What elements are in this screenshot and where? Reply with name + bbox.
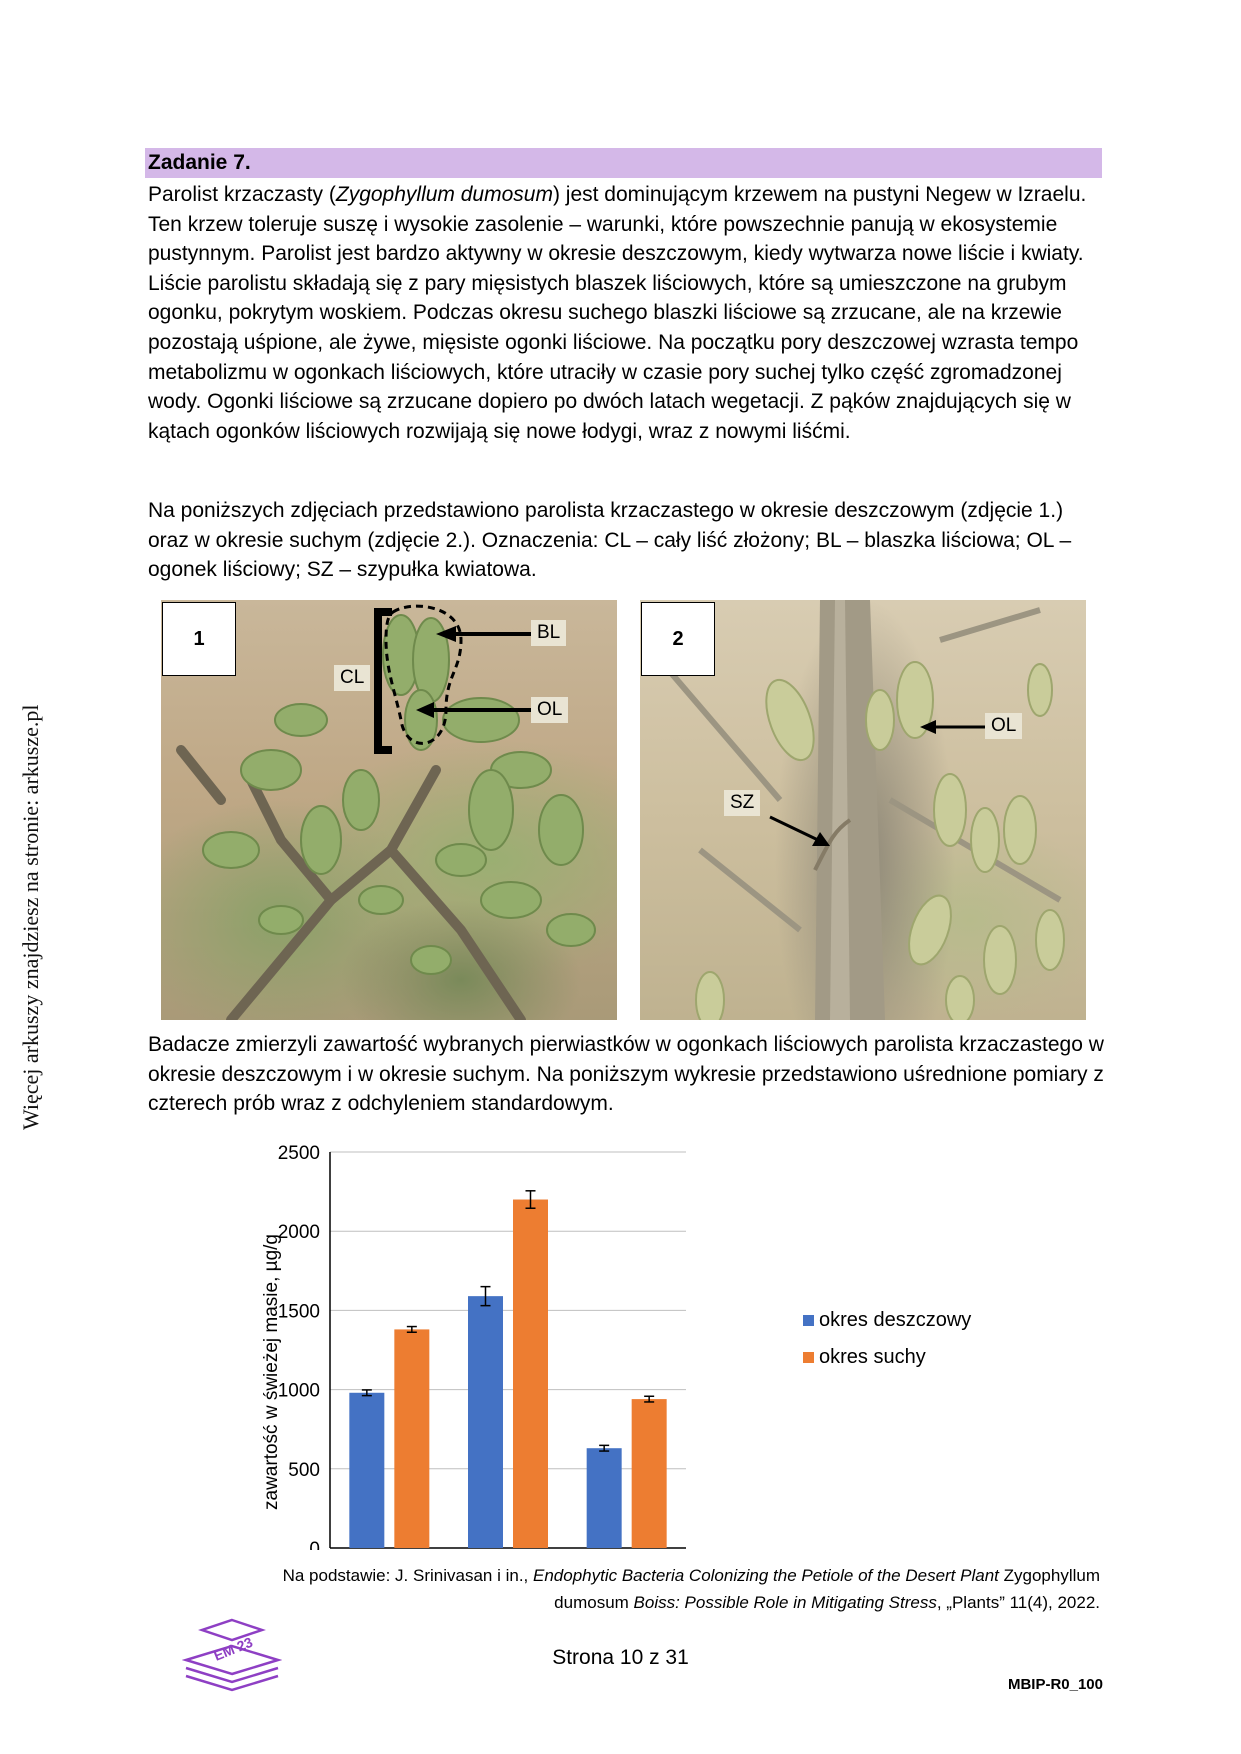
bar-chart: 05001000150020002500 wapńsódsiarka okres… xyxy=(240,1140,1100,1585)
citation-title-1: Endophytic Bacteria Colonizing the Petio… xyxy=(533,1566,999,1585)
chart-description: Badacze zmierzyli zawartość wybranych pi… xyxy=(148,1033,1104,1116)
photos-description: Na poniższych zdjęciach przedstawiono pa… xyxy=(148,499,1072,582)
citation-species-1: Zygophyllum xyxy=(998,1566,1100,1585)
y-tick-label: 2000 xyxy=(278,1222,320,1243)
legend-swatch xyxy=(803,1352,814,1363)
citation-suffix: , „Plants” 11(4), 2022. xyxy=(936,1593,1100,1612)
bar xyxy=(631,1399,667,1548)
bar xyxy=(586,1448,622,1548)
document-code: MBIP-R0_100 xyxy=(1007,1676,1103,1693)
y-tick-label: 0 xyxy=(309,1539,320,1550)
bar xyxy=(349,1392,385,1548)
intro-rest: ) jest dominującym krzewem na pustyni Ne… xyxy=(148,183,1087,443)
citation: Na podstawie: J. Srinivasan i in., Endop… xyxy=(190,1562,1100,1616)
photo-1-number: 1 xyxy=(162,602,236,676)
legend-label: okres deszczowy xyxy=(819,1309,971,1331)
citation-title-2: Boiss: Possible Role in Mitigating Stres… xyxy=(628,1593,937,1612)
bar xyxy=(468,1296,503,1548)
y-tick-label: 500 xyxy=(288,1460,320,1481)
bar xyxy=(394,1329,430,1548)
y-tick-label: 1500 xyxy=(278,1301,320,1322)
side-note: Więcej arkuszy znajdziesz na stronie: ar… xyxy=(18,704,43,1130)
label-ol-2: OL xyxy=(985,713,1023,739)
y-tick-label: 1000 xyxy=(278,1381,320,1402)
intro-paragraph: Parolist krzaczasty (Zygophyllum dumosum… xyxy=(148,180,1108,446)
species-name: Zygophyllum dumosum xyxy=(335,183,553,206)
photo-dry-season: 2 OL SZ xyxy=(640,600,1086,1020)
chart-svg: 05001000150020002500 wapńsódsiarka okres… xyxy=(261,1143,971,1585)
bar xyxy=(513,1199,548,1548)
citation-species-2: dumosum xyxy=(554,1593,629,1612)
intro-start: Parolist krzaczasty ( xyxy=(148,183,336,206)
label-ol-1: OL xyxy=(531,697,569,723)
photo-2-number: 2 xyxy=(641,602,715,676)
label-cl: CL xyxy=(334,665,371,691)
photo-rainy-season: 1 CL BL OL xyxy=(161,600,617,1020)
citation-prefix: Na podstawie: J. Srinivasan i in., xyxy=(282,1566,533,1585)
legend-swatch xyxy=(803,1315,814,1326)
label-bl: BL xyxy=(531,620,567,646)
page-number: Strona 10 z 31 xyxy=(552,1646,689,1669)
y-axis-label: zawartość w świeżej masie, µg/g xyxy=(261,1234,282,1510)
label-sz: SZ xyxy=(724,790,761,816)
legend-label: okres suchy xyxy=(819,1346,926,1368)
y-tick-label: 2500 xyxy=(278,1143,320,1164)
task-title: Zadanie 7. xyxy=(145,148,1102,178)
